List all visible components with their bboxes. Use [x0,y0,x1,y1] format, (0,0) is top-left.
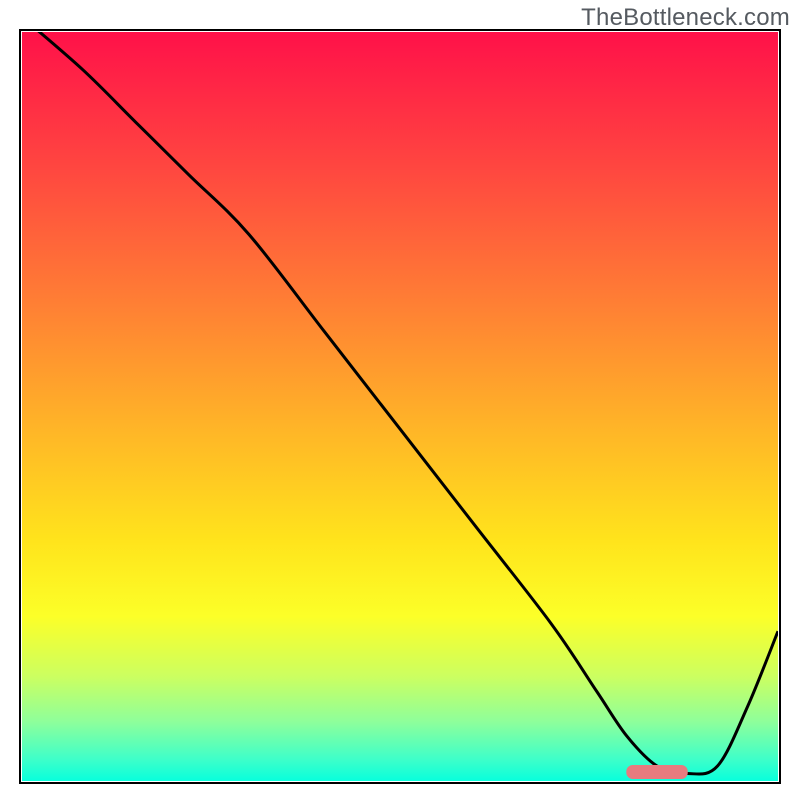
gradient-background [22,32,778,781]
optimal-range-marker [627,766,687,779]
bottleneck-chart [0,0,800,800]
chart-container: TheBottleneck.com [0,0,800,800]
watermark-text: TheBottleneck.com [581,4,790,32]
